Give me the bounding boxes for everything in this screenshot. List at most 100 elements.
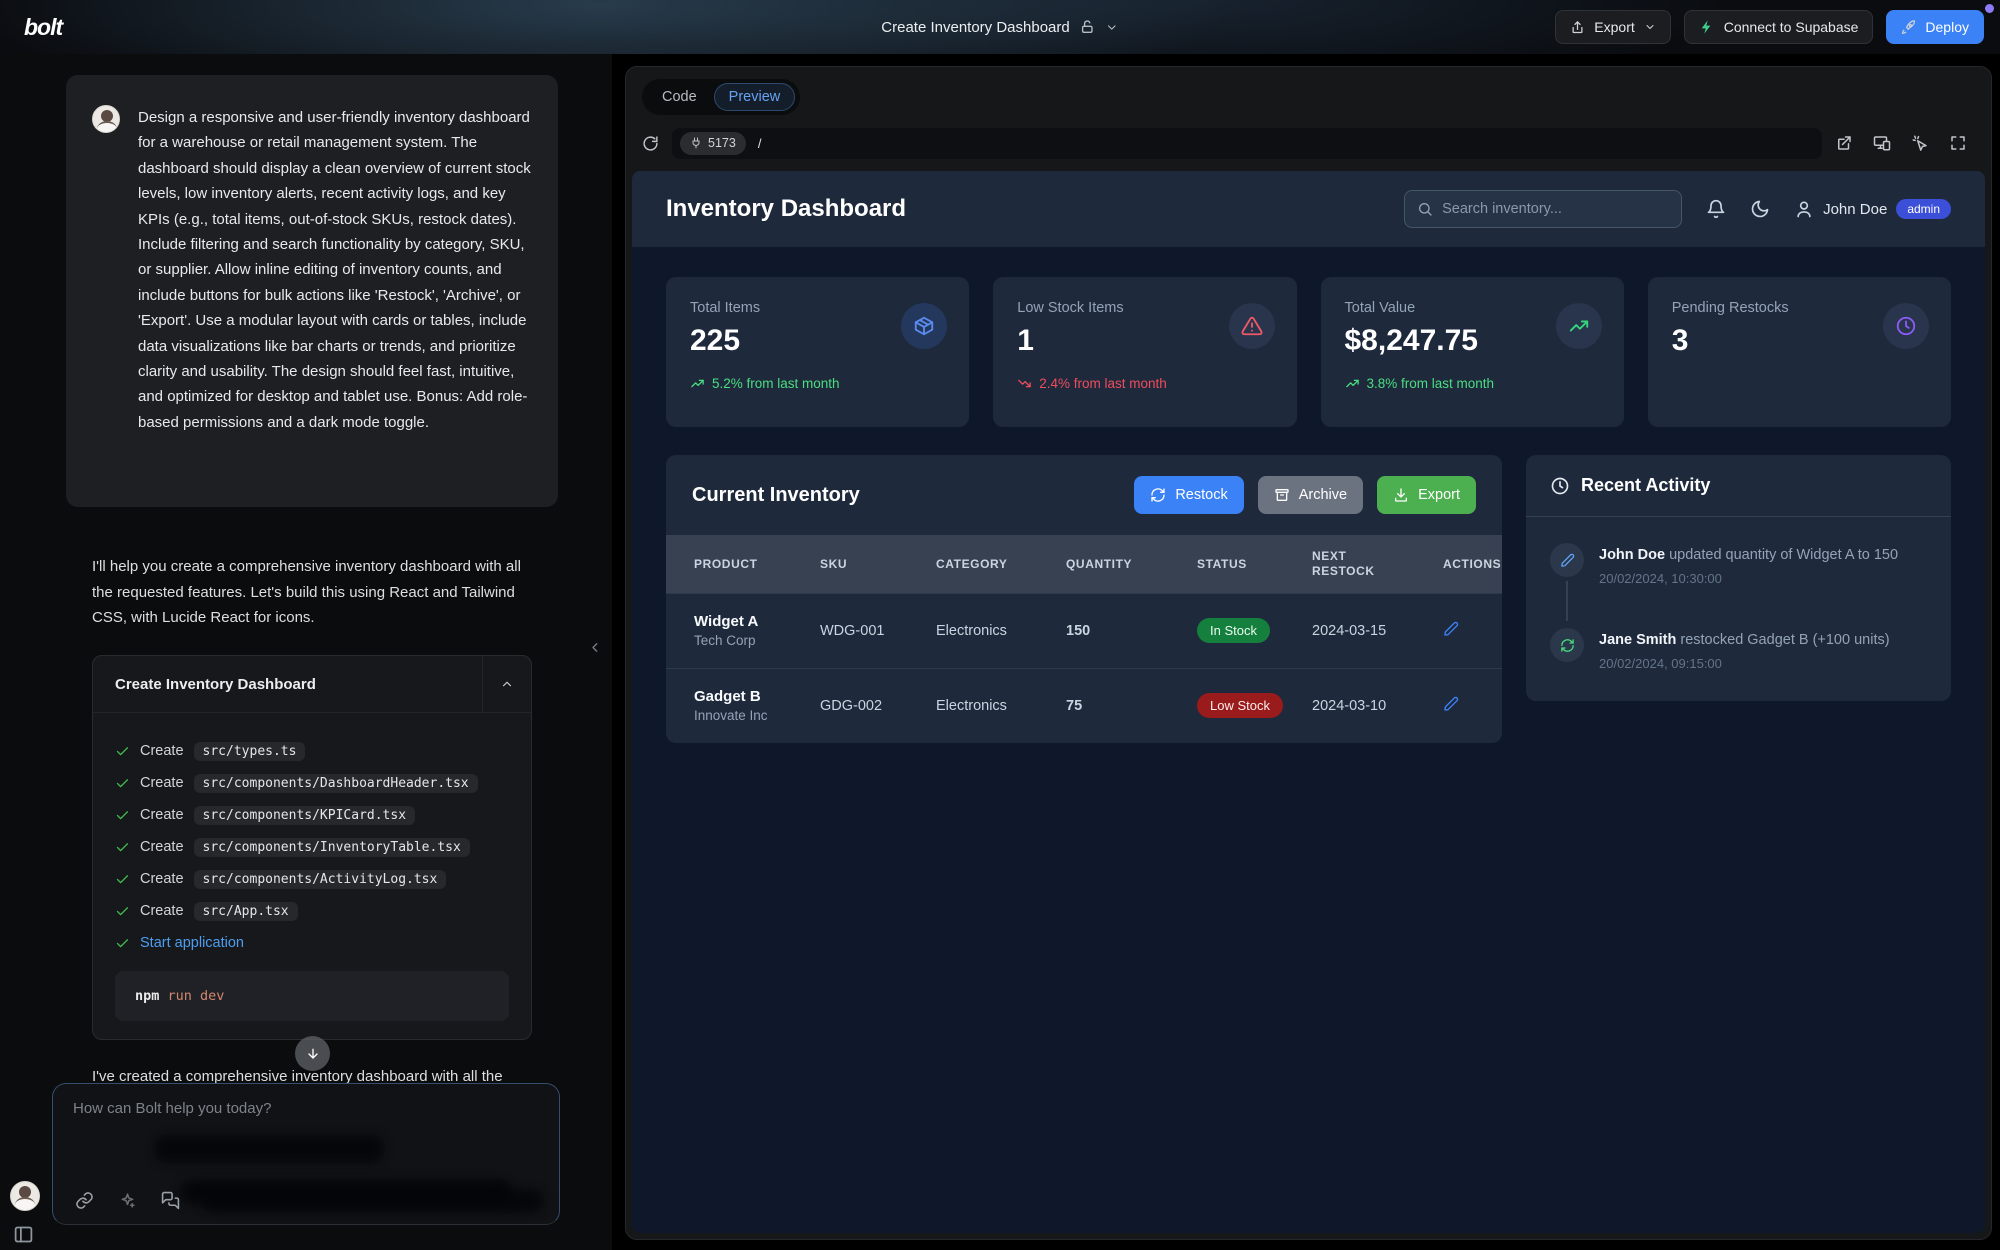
panel-left-icon[interactable] — [13, 1224, 34, 1245]
app-preview: Inventory Dashboard John Doe admin — [632, 171, 1985, 1233]
port-number: 5173 — [708, 136, 736, 150]
moon-icon[interactable] — [1750, 199, 1770, 219]
artifact-step: Create src/components/InventoryTable.tsx — [115, 831, 509, 863]
start-application-step[interactable]: Start application — [115, 927, 509, 959]
role-badge: admin — [1896, 199, 1951, 219]
chevron-down-icon — [1106, 21, 1119, 34]
product-name: Widget A — [694, 613, 820, 630]
package-icon — [901, 303, 947, 349]
artifact-header[interactable]: Create Inventory Dashboard — [93, 656, 531, 713]
reload-icon[interactable] — [642, 135, 659, 152]
scroll-to-bottom-button[interactable] — [295, 1036, 330, 1071]
sparkles-icon[interactable] — [118, 1191, 137, 1210]
chevron-left-icon[interactable] — [588, 640, 603, 655]
trend-up-icon — [1345, 376, 1360, 391]
status-badge: Low Stock — [1197, 693, 1283, 718]
trend-down-icon — [1017, 376, 1032, 391]
alert-triangle-icon — [1229, 303, 1275, 349]
devices-icon[interactable] — [1873, 134, 1891, 152]
deploy-label: Deploy — [1925, 19, 1969, 35]
trending-up-icon — [1556, 303, 1602, 349]
fullscreen-icon[interactable] — [1949, 134, 1967, 152]
chat-panel: Design a responsive and user-friendly in… — [0, 54, 612, 1250]
export-button[interactable]: Export — [1555, 10, 1670, 44]
file-chip[interactable]: src/components/DashboardHeader.tsx — [194, 774, 478, 793]
file-chip[interactable]: src/components/KPICard.tsx — [194, 806, 416, 825]
kpi-delta-text: 3.8% from last month — [1367, 376, 1495, 391]
address-bar[interactable]: 5173 / — [672, 128, 1822, 159]
link-icon[interactable] — [75, 1191, 94, 1210]
next-restock-cell: 2024-03-10 — [1312, 668, 1443, 743]
chat-input-box[interactable] — [52, 1083, 560, 1225]
quantity-cell[interactable]: 75 — [1066, 668, 1197, 743]
restock-label: Restock — [1175, 487, 1227, 503]
step-verb: Create — [140, 871, 184, 887]
open-external-icon[interactable] — [1835, 134, 1853, 152]
refresh-icon — [1150, 487, 1166, 503]
edit-pencil-icon[interactable] — [1443, 621, 1459, 637]
notification-dot — [1985, 4, 1994, 13]
lock-icon — [1080, 19, 1096, 35]
table-row[interactable]: Widget A Tech Corp WDG-001 Electronics 1… — [666, 593, 1502, 668]
chat-bubbles-icon[interactable] — [161, 1191, 180, 1210]
clock-icon — [1550, 476, 1570, 496]
artifact-step: Create src/components/KPICard.tsx — [115, 799, 509, 831]
artifact-steps: Create src/types.ts Create src/component… — [93, 713, 531, 959]
quantity-cell[interactable]: 150 — [1066, 593, 1197, 668]
col-product: Product — [666, 535, 820, 593]
chevron-down-icon — [1644, 21, 1656, 33]
chat-input[interactable] — [73, 1100, 533, 1134]
artifact-step: Create src/types.ts — [115, 735, 509, 767]
app-title: Inventory Dashboard — [666, 195, 906, 223]
inspect-cursor-icon[interactable] — [1911, 134, 1929, 152]
archive-label: Archive — [1299, 487, 1347, 503]
plug-icon — [690, 137, 702, 149]
activity-item: John Doe updated quantity of Widget A to… — [1550, 543, 1927, 586]
search-input[interactable] — [1442, 201, 1669, 217]
col-sku: SKU — [820, 535, 936, 593]
product-name: Gadget B — [694, 688, 820, 705]
activity-action: updated quantity of Widget A to 150 — [1665, 547, 1898, 563]
tab-code[interactable]: Code — [647, 83, 712, 111]
user-menu[interactable]: John Doe admin — [1794, 199, 1951, 219]
check-icon — [115, 776, 130, 791]
user-name: John Doe — [1823, 201, 1887, 218]
restock-button[interactable]: Restock — [1134, 476, 1243, 514]
kpi-delta-text: 5.2% from last month — [712, 376, 840, 391]
file-chip[interactable]: src/components/InventoryTable.tsx — [194, 838, 470, 857]
file-chip[interactable]: src/components/ActivityLog.tsx — [194, 870, 447, 889]
step-verb: Create — [140, 903, 184, 919]
project-title-menu[interactable]: Create Inventory Dashboard — [881, 0, 1118, 54]
file-chip[interactable]: src/types.ts — [194, 742, 306, 761]
archive-icon — [1274, 487, 1290, 503]
check-icon — [115, 904, 130, 919]
connect-supabase-button[interactable]: Connect to Supabase — [1684, 10, 1874, 44]
inventory-table: Product SKU Category Quantity Status Nex… — [666, 535, 1502, 743]
archive-button[interactable]: Archive — [1258, 476, 1363, 514]
export-csv-button[interactable]: Export — [1377, 476, 1476, 514]
refresh-icon — [1550, 628, 1584, 662]
port-pill[interactable]: 5173 — [680, 132, 746, 155]
tab-preview[interactable]: Preview — [714, 83, 796, 111]
col-actions: Actions — [1443, 535, 1502, 593]
collapse-chevron-up-icon[interactable] — [482, 656, 531, 713]
edit-pencil-icon[interactable] — [1443, 696, 1459, 712]
inventory-search[interactable] — [1404, 190, 1682, 228]
deploy-button[interactable]: Deploy — [1886, 10, 1984, 44]
edit-pencil-icon — [1550, 543, 1584, 577]
app-header: Inventory Dashboard John Doe admin — [632, 171, 1985, 247]
user-message: Design a responsive and user-friendly in… — [66, 75, 558, 507]
activity-timestamp: 20/02/2024, 09:15:00 — [1599, 656, 1890, 671]
table-row[interactable]: Gadget B Innovate Inc GDG-002 Electronic… — [666, 668, 1502, 743]
artifact-title: Create Inventory Dashboard — [93, 676, 316, 693]
url-path: / — [758, 136, 762, 151]
file-chip[interactable]: src/App.tsx — [194, 902, 298, 921]
bell-icon[interactable] — [1706, 199, 1726, 219]
project-title: Create Inventory Dashboard — [881, 19, 1069, 36]
bolt-logo[interactable]: bolt — [24, 14, 62, 41]
current-inventory-card: Current Inventory Restock Archive — [666, 455, 1502, 743]
assistant-intro-text: I'll help you create a comprehensive inv… — [92, 554, 542, 631]
activity-action: restocked Gadget B (+100 units) — [1676, 632, 1889, 648]
account-avatar[interactable] — [10, 1181, 40, 1211]
category-cell: Electronics — [936, 668, 1066, 743]
